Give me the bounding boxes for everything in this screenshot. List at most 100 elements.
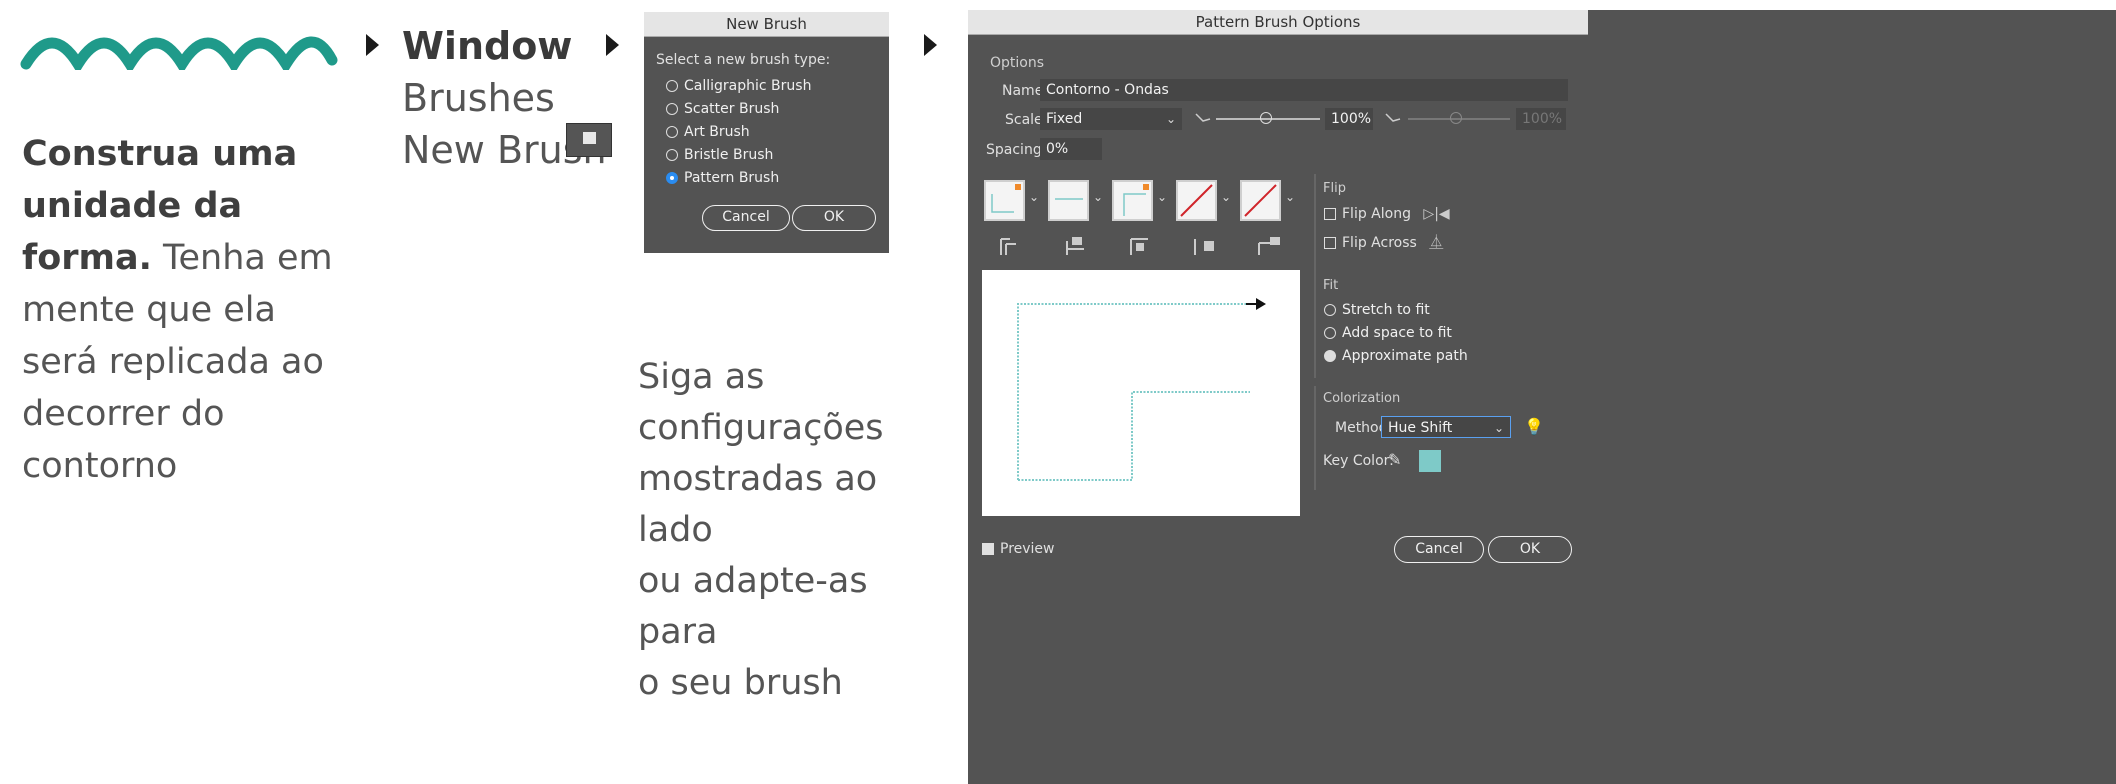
chevron-down-icon[interactable]: ⌄ bbox=[1029, 190, 1039, 204]
scale-percent-field-disabled: 100% bbox=[1516, 108, 1566, 130]
ok-button[interactable]: OK bbox=[792, 205, 876, 231]
key-color-label: Key Color: bbox=[1323, 453, 1394, 469]
option-label: Pattern Brush bbox=[684, 169, 780, 186]
step-bold-line-1: Construa uma bbox=[22, 134, 298, 174]
instruction-line-2: configurações bbox=[638, 408, 884, 448]
key-color-swatch[interactable] bbox=[1419, 450, 1441, 472]
checkbox-checked-icon bbox=[982, 543, 994, 555]
side-tile-thumb[interactable] bbox=[984, 180, 1025, 221]
radio-approximate-path[interactable]: Approximate path bbox=[1324, 344, 1468, 367]
radio-icon bbox=[666, 125, 678, 138]
radio-selected-icon bbox=[666, 171, 678, 184]
colorization-section-label: Colorization bbox=[1323, 391, 1401, 406]
instruction-line-5: o seu brush bbox=[638, 663, 843, 703]
scale-slider-thumb[interactable] bbox=[1260, 112, 1272, 124]
radio-stretch-to-fit[interactable]: Stretch to fit bbox=[1324, 298, 1468, 321]
wave-decoration bbox=[20, 36, 338, 70]
chevron-down-icon[interactable]: ⌄ bbox=[1285, 190, 1295, 204]
arrow-right-icon bbox=[366, 34, 379, 56]
chevron-down-icon: ⌄ bbox=[1165, 112, 1176, 126]
step-description: Construa uma unidade da forma. Tenha em … bbox=[22, 128, 342, 492]
brush-type-prompt: Select a new brush type: bbox=[656, 52, 831, 68]
radio-art-brush[interactable]: Art Brush bbox=[666, 120, 811, 143]
method-dropdown[interactable]: Hue Shift ⌄ bbox=[1381, 416, 1511, 438]
step-text-line-2: mente que ela bbox=[22, 290, 276, 330]
flip-across-checkbox[interactable]: Flip Across ⏅ bbox=[1324, 232, 1443, 252]
name-field[interactable]: Contorno - Ondas bbox=[1040, 79, 1568, 101]
dialog-title: Pattern Brush Options bbox=[968, 10, 1588, 35]
step-text-line-3: será replicada ao bbox=[22, 342, 324, 382]
instruction-text: Siga as configurações mostradas ao lado … bbox=[638, 352, 958, 709]
side-tile-icon bbox=[1066, 237, 1084, 255]
dialog-title: New Brush bbox=[644, 12, 889, 37]
ok-button[interactable]: OK bbox=[1488, 536, 1572, 563]
radio-pattern-brush[interactable]: Pattern Brush bbox=[666, 166, 811, 189]
step-bold-line-2: unidade da bbox=[22, 186, 243, 226]
step-text-line-4: decorrer do bbox=[22, 394, 225, 434]
eyedropper-icon[interactable]: ✎ bbox=[1388, 450, 1401, 469]
option-label: Art Brush bbox=[684, 123, 750, 140]
cancel-button[interactable]: Cancel bbox=[1394, 536, 1484, 563]
radio-icon bbox=[1324, 326, 1336, 339]
preview-label: Preview bbox=[1000, 541, 1055, 557]
checkbox-icon bbox=[1324, 208, 1336, 220]
menu-window[interactable]: Window bbox=[402, 20, 607, 72]
outer-corner-tile-icon bbox=[1000, 238, 1016, 255]
flip-along-checkbox[interactable]: Flip Along ▷|◀ bbox=[1324, 206, 1450, 222]
flip-across-icon: ⏅ bbox=[1429, 235, 1444, 251]
fit-options: Stretch to fit Add space to fit Approxim… bbox=[1324, 298, 1468, 367]
new-brush-icon[interactable] bbox=[566, 123, 612, 157]
menu-brushes[interactable]: Brushes bbox=[402, 72, 607, 124]
radio-icon bbox=[1324, 303, 1336, 316]
end-tile-icon bbox=[1258, 237, 1280, 255]
option-label: Approximate path bbox=[1342, 347, 1468, 364]
method-value: Hue Shift bbox=[1388, 420, 1453, 436]
radio-calligraphic-brush[interactable]: Calligraphic Brush bbox=[666, 74, 811, 97]
step-text-line-1: Tenha em bbox=[151, 238, 333, 278]
step-bold-line-3: forma. bbox=[22, 238, 152, 278]
chevron-down-icon[interactable]: ⌄ bbox=[1221, 190, 1231, 204]
radio-add-space-to-fit[interactable]: Add space to fit bbox=[1324, 321, 1468, 344]
outer-corner-tile-thumb[interactable] bbox=[1048, 180, 1089, 221]
start-tile-thumb[interactable] bbox=[1176, 180, 1217, 221]
pattern-brush-options-dialog: Pattern Brush Options Options Name: Cont… bbox=[968, 10, 2116, 784]
scale-dropdown[interactable]: Fixed ⌄ bbox=[1040, 108, 1182, 130]
preview-checkbox[interactable]: Preview bbox=[982, 541, 1055, 557]
pressure-pen-icon bbox=[1195, 113, 1211, 122]
radio-bristle-brush[interactable]: Bristle Brush bbox=[666, 143, 811, 166]
radio-selected-icon bbox=[1324, 349, 1336, 362]
scale-percent-field[interactable]: 100% bbox=[1325, 108, 1373, 130]
options-section-label: Options bbox=[990, 55, 1045, 71]
instruction-line-4: ou adapte-as para bbox=[638, 561, 868, 652]
option-label: Scatter Brush bbox=[684, 100, 780, 117]
tips-lightbulb-icon[interactable]: 💡 bbox=[1524, 417, 1544, 436]
radio-scatter-brush[interactable]: Scatter Brush bbox=[666, 97, 811, 120]
spacing-label: Spacing: bbox=[986, 142, 1047, 158]
scale-slider-thumb-disabled bbox=[1450, 112, 1462, 124]
flip-along-icon: ▷|◀ bbox=[1423, 206, 1450, 222]
flip-across-label: Flip Across bbox=[1342, 235, 1417, 251]
instruction-line-3: mostradas ao lado bbox=[638, 459, 878, 550]
chevron-down-icon[interactable]: ⌄ bbox=[1093, 190, 1103, 204]
arrow-right-icon bbox=[924, 34, 937, 56]
inner-corner-tile-thumb[interactable] bbox=[1112, 180, 1153, 221]
brush-type-options: Calligraphic Brush Scatter Brush Art Bru… bbox=[666, 74, 811, 189]
flip-section-label: Flip bbox=[1323, 181, 1346, 196]
pattern-preview-canvas bbox=[982, 270, 1300, 516]
start-tile-icon bbox=[1194, 239, 1214, 255]
chevron-down-icon[interactable]: ⌄ bbox=[1157, 190, 1167, 204]
inner-corner-tile-icon bbox=[1130, 238, 1148, 255]
scale-value: Fixed bbox=[1046, 111, 1083, 127]
cancel-button[interactable]: Cancel bbox=[702, 205, 790, 231]
fit-section-label: Fit bbox=[1323, 278, 1339, 293]
flip-along-label: Flip Along bbox=[1342, 206, 1411, 222]
end-tile-thumb[interactable] bbox=[1240, 180, 1281, 221]
radio-icon bbox=[666, 148, 678, 161]
radio-icon bbox=[666, 79, 678, 92]
spacing-field[interactable]: 0% bbox=[1040, 138, 1102, 160]
arrow-right-icon bbox=[606, 34, 619, 56]
option-label: Calligraphic Brush bbox=[684, 77, 812, 94]
chevron-down-icon: ⌄ bbox=[1493, 421, 1504, 435]
option-label: Stretch to fit bbox=[1342, 301, 1430, 318]
radio-icon bbox=[666, 102, 678, 115]
